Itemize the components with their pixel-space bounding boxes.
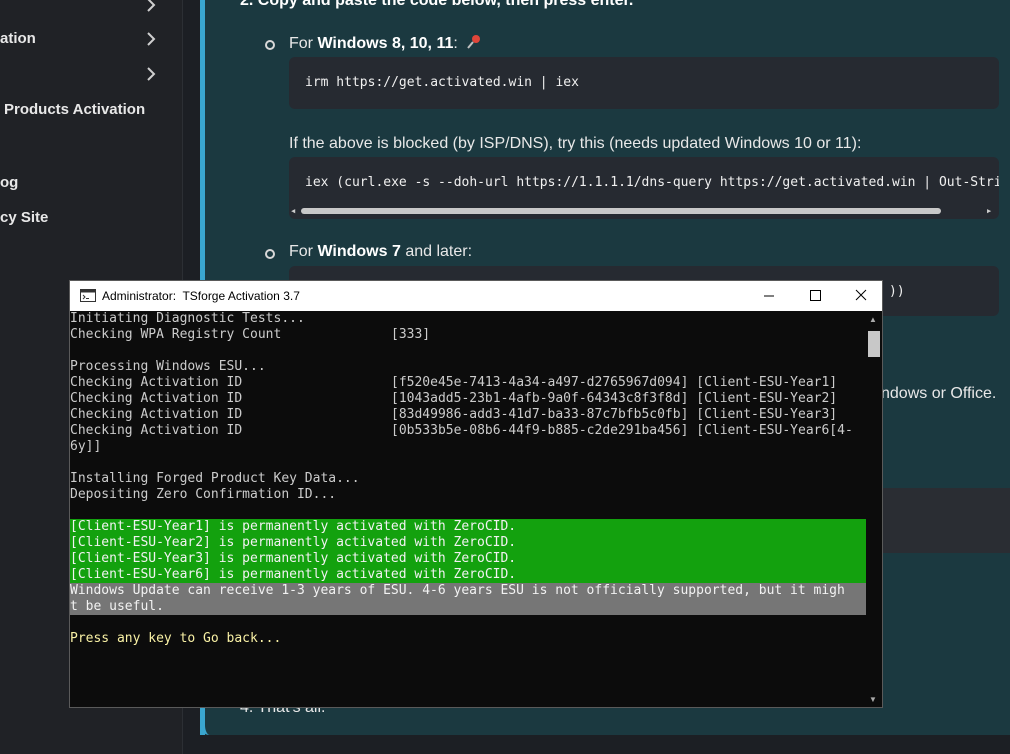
windows-8-10-11-label: For Windows 8, 10, 11: <box>289 34 482 53</box>
scroll-down-icon[interactable]: ▼ <box>869 695 877 704</box>
maximize-button[interactable] <box>792 281 838 311</box>
console-line-text: Windows Update can receive 1-3 years of … <box>70 583 845 598</box>
console-line-text: 6y]] <box>70 439 102 454</box>
label-suffix: and later: <box>400 243 473 260</box>
sidebar-item-1[interactable] <box>0 0 182 20</box>
console-line-text: Initiating Diagnostic Tests... <box>70 311 305 326</box>
code-win7-tail[interactable]: )) <box>889 284 905 299</box>
list-bullet <box>265 40 275 50</box>
label-prefix: For <box>289 35 318 52</box>
label-bold: Windows 8, 10, 11 <box>317 35 454 52</box>
label-suffix: : <box>453 35 458 52</box>
console-line-text: Processing Windows ESU... <box>70 359 266 374</box>
chevron-right-icon <box>147 67 156 81</box>
partial-text: ndows or Office. <box>881 385 997 402</box>
console-line: t be useful. <box>70 599 866 615</box>
chevron-right-icon <box>147 0 156 12</box>
sidebar-item-blog[interactable]: og <box>0 168 182 198</box>
console-line-text: Checking Activation ID <box>70 375 243 390</box>
console-line-text: Checking Activation ID <box>70 423 243 438</box>
code-curl[interactable]: iex (curl.exe -s --doh-url https://1.1.1… <box>305 175 999 190</box>
sidebar-item-products-activation[interactable]: Products Activation <box>0 95 182 125</box>
console-line: Checking Activation ID [1043add5-23b1-4af… <box>70 391 866 407</box>
console-line-text: [Client-ESU-Year3] is permanently activa… <box>70 551 517 566</box>
console-line: [Client-ESU-Year1] is permanently activa… <box>70 519 866 535</box>
minimize-icon <box>764 295 774 297</box>
close-icon <box>855 289 867 301</box>
scroll-right-icon[interactable]: ▶ <box>987 207 991 215</box>
console-line: Initiating Diagnostic Tests... <box>70 311 866 327</box>
console-line: 6y]] <box>70 439 866 455</box>
console-line: Checking WPA Registry Count [333] <box>70 327 866 343</box>
console-line: [Client-ESU-Year3] is permanently activa… <box>70 551 866 567</box>
label-bold: Windows 7 <box>317 243 401 260</box>
scroll-up-icon[interactable]: ▲ <box>869 315 877 324</box>
console-title: Administrator: TSforge Activation 3.7 <box>102 289 300 303</box>
sidebar-item-privacy-site[interactable]: cy Site <box>0 203 182 233</box>
sidebar-item-activation[interactable]: ation <box>0 24 182 54</box>
console-output[interactable]: Initiating Diagnostic Tests... Checking W… <box>70 311 866 707</box>
console-line-value: [333] <box>391 327 431 342</box>
console-line-text: [Client-ESU-Year6] is permanently activa… <box>70 567 517 582</box>
console-line-text: Installing Forged Product Key Data... <box>70 471 360 486</box>
console-line: Installing Forged Product Key Data... <box>70 471 866 487</box>
maximize-icon <box>810 290 821 301</box>
pushpin-icon <box>467 35 481 49</box>
console-line: [Client-ESU-Year2] is permanently activa… <box>70 535 866 551</box>
code-block-irm[interactable]: irm https://get.activated.win | iex <box>289 57 999 109</box>
console-titlebar[interactable]: Administrator: TSforge Activation 3.7 <box>70 281 882 311</box>
console-line: Press any key to Go back... <box>70 631 866 647</box>
scroll-left-icon[interactable]: ◀ <box>291 207 295 215</box>
console-line: Checking Activation ID [0b533b5e-08b6-44f… <box>70 423 866 439</box>
console-line: Checking Activation ID [83d49986-add3-41d… <box>70 407 866 423</box>
console-line-text: Checking Activation ID <box>70 407 243 422</box>
vertical-scrollbar[interactable]: ▲ ▼ <box>866 311 882 707</box>
console-line-text: Checking WPA Registry Count <box>70 327 282 342</box>
sidebar-item-label: ation <box>0 30 36 47</box>
console-line-value: [1043add5-23b1-4afb-9a0f-64343c8f3f8d] [… <box>391 391 838 406</box>
console-line-text: [Client-ESU-Year2] is permanently activa… <box>70 535 517 550</box>
close-button[interactable] <box>838 281 884 311</box>
sidebar-item-3[interactable] <box>0 59 182 89</box>
step-2-title: 2. Copy and paste the code below, then p… <box>240 0 634 9</box>
console-line-text: [Client-ESU-Year1] is permanently activa… <box>70 519 517 534</box>
chevron-right-icon <box>147 32 156 46</box>
scrollbar-thumb[interactable] <box>868 331 880 357</box>
console-line-value: [0b533b5e-08b6-44f9-b885-c2de291ba456] [… <box>391 423 853 438</box>
code-block-curl[interactable]: iex (curl.exe -s --doh-url https://1.1.1… <box>289 157 999 219</box>
console-line: Windows Update can receive 1-3 years of … <box>70 583 866 599</box>
panel-bottom <box>200 715 1010 735</box>
code-irm[interactable]: irm https://get.activated.win | iex <box>305 75 579 90</box>
console-line: [Client-ESU-Year6] is permanently activa… <box>70 567 866 583</box>
console-line: Depositing Zero Confirmation ID... <box>70 487 866 503</box>
console-line-value: [83d49986-add3-41d7-ba33-87c7bfb5c0fb] [… <box>391 407 838 422</box>
console-line: Checking Activation ID [f520e45e-7413-4a3… <box>70 375 866 391</box>
console-line-text: Depositing Zero Confirmation ID... <box>70 487 337 502</box>
horizontal-scrollbar[interactable]: ◀ ▶ <box>291 207 991 215</box>
scrollbar-thumb[interactable] <box>301 208 941 214</box>
label-prefix: For <box>289 243 318 260</box>
minimize-button[interactable] <box>746 281 792 311</box>
blocked-note: If the above is blocked (by ISP/DNS), tr… <box>289 135 862 152</box>
console-line-text: Press any key to Go back... <box>70 631 282 646</box>
windows-7-label: For Windows 7 and later: <box>289 243 472 261</box>
console-line-value: [f520e45e-7413-4a34-a497-d2765967d094] [… <box>391 375 838 390</box>
console-line-text: Checking Activation ID <box>70 391 243 406</box>
list-bullet <box>265 249 275 259</box>
sidebar-item-label: cy Site <box>0 209 49 226</box>
console-line: Processing Windows ESU... <box>70 359 866 375</box>
console-app-icon <box>80 289 96 302</box>
sidebar-item-label: Products Activation <box>4 101 146 118</box>
sidebar-item-label: og <box>0 174 19 191</box>
console-line-text: t be useful. <box>70 599 164 614</box>
dark-section-band <box>880 488 1010 553</box>
console-window[interactable]: Administrator: TSforge Activation 3.7 In… <box>69 280 883 708</box>
